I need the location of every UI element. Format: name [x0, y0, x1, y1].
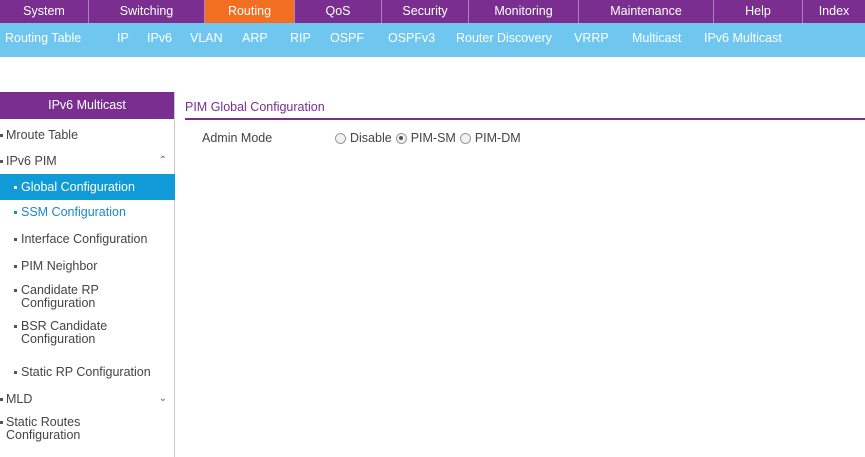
sidebar-item-interface-configuration[interactable]: Interface Configuration: [0, 230, 175, 248]
admin-mode-label: Admin Mode: [202, 131, 273, 145]
sidebar-header: IPv6 Multicast: [0, 92, 174, 119]
sidebar: IPv6 Multicast Mroute Table IPv6 PIM ⌃ G…: [0, 92, 175, 457]
sidebar-item-bsr-candidate-configuration[interactable]: BSR Candidate Configuration: [0, 320, 175, 348]
section-divider: [185, 118, 865, 120]
bullet-icon: [14, 325, 17, 328]
subnav-vrrp[interactable]: VRRP: [574, 29, 609, 47]
sidebar-item-mld[interactable]: MLD ⌄: [0, 390, 175, 408]
bullet-icon: [14, 371, 17, 375]
subnav-router-discovery[interactable]: Router Discovery: [456, 29, 552, 47]
tab-help[interactable]: Help: [714, 0, 803, 23]
admin-mode-radio-group: Disable PIM-SM PIM-DM: [335, 130, 525, 146]
subnav-multicast[interactable]: Multicast: [632, 29, 681, 47]
bullet-icon: [14, 211, 17, 215]
bullet-icon: [14, 186, 17, 190]
sub-nav: Routing Table IP IPv6 VLAN ARP RIP OSPF …: [0, 23, 865, 57]
sidebar-item-static-rp-configuration[interactable]: Static RP Configuration: [0, 363, 175, 381]
sidebar-item-ipv6-pim[interactable]: IPv6 PIM ⌃: [0, 152, 175, 170]
radio-pim-dm-label: PIM-DM: [474, 131, 521, 145]
sidebar-item-global-configuration[interactable]: Global Configuration: [0, 174, 175, 200]
bullet-icon: [14, 289, 17, 292]
subnav-ipv6-multicast[interactable]: IPv6 Multicast: [704, 29, 782, 47]
section-title: PIM Global Configuration: [185, 100, 325, 114]
radio-disable-label: Disable: [350, 131, 392, 145]
subnav-ip[interactable]: IP: [117, 29, 129, 47]
sidebar-item-static-routes-configuration[interactable]: Static Routes Configuration: [0, 416, 175, 444]
top-nav: System Switching Routing QoS Security Mo…: [0, 0, 865, 23]
tab-monitoring[interactable]: Monitoring: [469, 0, 579, 23]
tab-maintenance[interactable]: Maintenance: [579, 0, 714, 23]
radio-pim-sm[interactable]: [395, 132, 407, 144]
sidebar-item-pim-neighbor[interactable]: PIM Neighbor: [0, 257, 175, 275]
bullet-icon: [0, 134, 3, 138]
sidebar-item-ssm-configuration[interactable]: SSM Configuration: [0, 203, 175, 221]
chevron-down-icon[interactable]: ⌄: [159, 390, 167, 408]
tab-switching[interactable]: Switching: [89, 0, 205, 23]
sidebar-item-candidate-rp-configuration[interactable]: Candidate RP Configuration: [0, 284, 175, 312]
tab-index[interactable]: Index: [803, 0, 865, 23]
tab-system[interactable]: System: [0, 0, 89, 23]
subnav-routing-table[interactable]: Routing Table: [5, 29, 81, 47]
bullet-icon: [0, 421, 3, 424]
subnav-arp[interactable]: ARP: [242, 29, 268, 47]
subnav-ospf[interactable]: OSPF: [330, 29, 364, 47]
bullet-icon: [14, 265, 17, 269]
radio-pim-dm[interactable]: [459, 132, 471, 144]
chevron-up-icon[interactable]: ⌃: [159, 152, 167, 170]
subnav-vlan[interactable]: VLAN: [190, 29, 223, 47]
tab-security[interactable]: Security: [382, 0, 469, 23]
subnav-rip[interactable]: RIP: [290, 29, 311, 47]
radio-disable[interactable]: [335, 132, 346, 144]
bullet-icon: [0, 160, 3, 164]
tab-routing[interactable]: Routing: [205, 0, 295, 23]
subnav-ipv6[interactable]: IPv6: [147, 29, 172, 47]
bullet-icon: [14, 238, 17, 242]
sidebar-item-mroute-table[interactable]: Mroute Table: [0, 126, 175, 144]
tab-qos[interactable]: QoS: [295, 0, 382, 23]
subnav-ospfv3[interactable]: OSPFv3: [388, 29, 435, 47]
radio-pim-sm-label: PIM-SM: [410, 131, 456, 145]
bullet-icon: [0, 398, 3, 402]
